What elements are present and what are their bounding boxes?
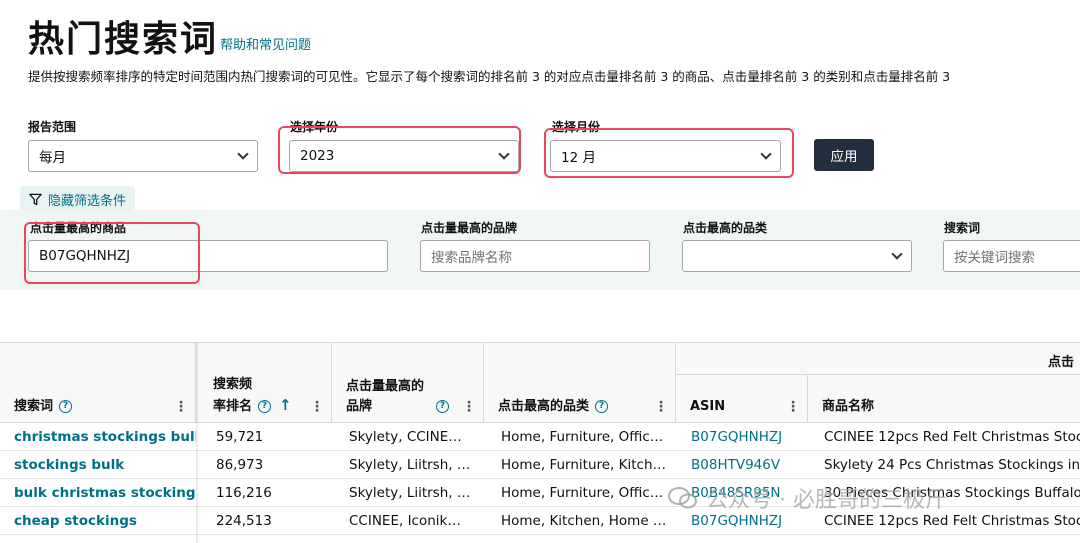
brand-cell: Skylety, CCINE… <box>349 429 462 445</box>
category-cell: Home, Furniture, Offic… <box>501 485 664 501</box>
asin-link[interactable]: B07GQHNHZJ <box>677 535 808 543</box>
help-icon[interactable]: ? <box>258 400 272 413</box>
column-label-search-term: 搜索词 <box>14 399 54 414</box>
column-menu-icon[interactable]: ⋮ <box>786 399 800 415</box>
category-cell: Home, Furniture, Kitch… <box>501 457 667 473</box>
brand-cell: Skylety, Liitrsh, … <box>349 485 471 501</box>
column-header-search-rank[interactable]: 搜索频率排名? ↑ ⋮ <box>199 343 332 423</box>
brand-cell: CCINEE, Iconik… <box>349 513 461 529</box>
product-name-cell: CCINEE 12pcs Red Felt Christmas Stoc <box>824 429 1080 445</box>
table-row: … 231,150 CCINEE, Crea… Home, Kitchen, A… <box>0 535 1080 543</box>
category-cell: Home, Furniture, Offic… <box>501 429 664 445</box>
column-menu-icon[interactable]: ⋮ <box>174 399 188 415</box>
search-term-link[interactable]: cheap stockings <box>0 507 196 535</box>
asin-link[interactable]: B07GQHNHZJ <box>677 423 808 451</box>
sort-ascending-icon[interactable]: ↑ <box>279 396 292 414</box>
table-header: 点击 搜索词? ⋮ 搜索频率排名? ↑ ⋮ 点击量最高的 品牌? ⋮ 点击最高的品类… <box>0 343 1080 423</box>
help-icon[interactable]: ? <box>59 400 73 413</box>
filter-icon <box>29 193 42 205</box>
search-rank-cell: 116,216 <box>216 485 272 501</box>
search-term-link[interactable]: stockings bulk <box>0 451 196 479</box>
column-label-rank-line2: 率排名 <box>213 399 253 414</box>
search-term-label: 搜索词 <box>944 221 981 235</box>
brand-cell: Skylety, Liitrsh, … <box>349 457 471 473</box>
search-rank-cell: 86,973 <box>216 457 264 473</box>
table-row: stockings bulk 86,973 Skylety, Liitrsh, … <box>0 451 1080 479</box>
column-menu-icon[interactable]: ⋮ <box>654 399 668 415</box>
search-rank-cell: 231,150 <box>202 535 332 543</box>
page-title: 热门搜索词 <box>28 19 219 60</box>
category-cell: Home, Kitchen, Apparel… <box>487 535 676 543</box>
frozen-column-shadow <box>196 343 199 543</box>
clicked-items-group-header: 点击 <box>676 343 1080 375</box>
column-header-product-name[interactable]: 商品名称 <box>808 375 1080 423</box>
column-label-brand-line1: 点击量最高的 <box>346 379 425 394</box>
column-header-top-category[interactable]: 点击最高的品类? ⋮ <box>484 343 676 423</box>
column-label-rank-line1: 搜索频 <box>213 377 253 392</box>
category-cell: Home, Kitchen, Home … <box>501 513 667 529</box>
chevron-down-icon <box>237 148 249 160</box>
product-name-cell: CCINEE 12pcs Red Felt Christmas Stoc <box>810 535 1080 543</box>
month-highlight-box <box>544 128 794 178</box>
report-range-value: 每月 <box>39 150 66 166</box>
report-range-label: 报告范围 <box>28 120 77 134</box>
column-label-brand-line2: 品牌 <box>346 399 373 414</box>
product-highlight-box <box>24 222 200 284</box>
watermark: 公众号 · 必胜哥的三极斤 <box>668 482 947 514</box>
product-name-cell: Skylety 24 Pcs Christmas Stockings in B <box>824 457 1080 473</box>
column-header-top-brand[interactable]: 点击量最高的 品牌? ⋮ <box>332 343 484 423</box>
year-highlight-box <box>278 126 521 174</box>
hide-filters-label: 隐藏筛选条件 <box>48 193 127 209</box>
search-term-link[interactable]: … <box>0 535 196 543</box>
chevron-down-icon <box>891 248 903 260</box>
hide-filters-button[interactable]: 隐藏筛选条件 <box>20 186 136 212</box>
search-term-link[interactable]: bulk christmas stockings <box>0 479 196 507</box>
help-faq-link[interactable]: 帮助和常见问题 <box>220 34 311 53</box>
help-icon[interactable]: ? <box>595 400 609 413</box>
help-icon[interactable]: ? <box>436 400 450 413</box>
search-rank-cell: 59,721 <box>216 429 264 445</box>
top-category-select[interactable] <box>682 240 912 272</box>
search-term-input[interactable]: 按关键词搜索 <box>943 240 1080 272</box>
top-category-label: 点击最高的品类 <box>683 221 768 235</box>
group-header-label: 点击 <box>1048 355 1075 370</box>
page-description: 提供按搜索频率排序的特定时间范围内热门搜索词的可见性。它显示了每个搜索词的排名前… <box>28 69 951 84</box>
column-label-category: 点击最高的品类 <box>498 399 590 414</box>
report-range-select[interactable]: 每月 <box>28 140 258 172</box>
column-header-asin[interactable]: ASIN ⋮ <box>676 375 808 423</box>
column-menu-icon[interactable]: ⋮ <box>310 399 324 415</box>
watermark-text: 公众号 · 必胜哥的三极斤 <box>706 488 947 513</box>
wechat-icon <box>668 487 697 509</box>
column-menu-icon[interactable]: ⋮ <box>462 399 476 415</box>
search-term-link[interactable]: christmas stockings bulk <box>0 423 196 451</box>
apply-button[interactable]: 应用 <box>814 139 874 171</box>
search-rank-cell: 224,513 <box>216 513 272 529</box>
column-header-search-term[interactable]: 搜索词? ⋮ <box>0 343 196 423</box>
top-brand-label: 点击量最高的品牌 <box>421 221 518 235</box>
table-row: christmas stockings bulk 59,721 Skylety,… <box>0 423 1080 451</box>
column-label-product: 商品名称 <box>822 399 875 414</box>
asin-link[interactable]: B08HTV946V <box>677 451 808 479</box>
top-brand-input[interactable]: 搜索品牌名称 <box>420 240 650 272</box>
column-label-asin: ASIN <box>690 399 726 414</box>
brand-cell: CCINEE, Crea… <box>335 535 484 543</box>
